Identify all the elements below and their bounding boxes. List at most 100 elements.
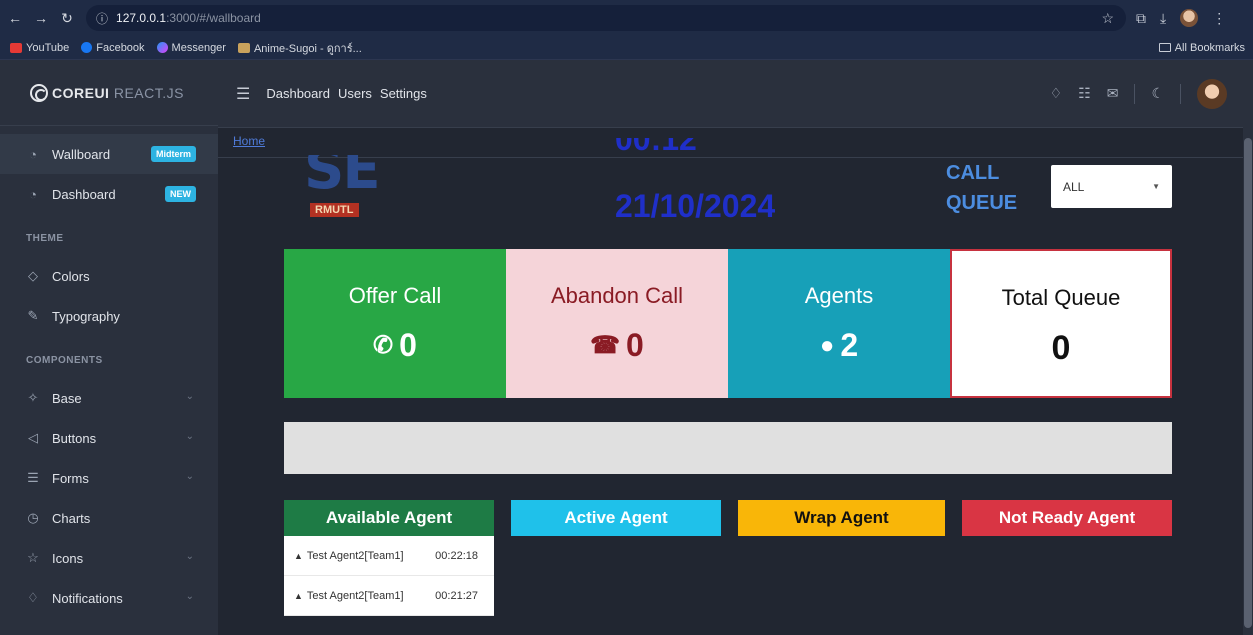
sidebar-item-wallboard[interactable]: ◔ Wallboard Midterm: [0, 134, 218, 174]
agent-time: 00:22:18: [435, 549, 478, 562]
brand-name: COREUI: [52, 84, 110, 101]
header-divider: [1180, 83, 1181, 104]
header-nav-users[interactable]: Users: [338, 86, 372, 101]
components-section-title: COMPONENTS: [26, 354, 103, 366]
site-info-icon[interactable]: ⓘ: [96, 10, 108, 27]
available-agent-header: Available Agent: [284, 500, 494, 536]
cursor-icon: ◁: [28, 430, 38, 445]
active-agent-header: Active Agent: [511, 500, 721, 536]
bookmark-facebook[interactable]: Facebook: [81, 42, 145, 54]
address-bar[interactable]: ⓘ 127.0.0.1:3000/#/wallboard ☆: [86, 5, 1126, 31]
brand-suffix: REACT.JS: [109, 84, 184, 101]
sidebar-item-label: Typography: [52, 308, 120, 324]
sidebar-item-colors[interactable]: ◇ Colors: [0, 256, 218, 296]
speedometer-icon: ◔: [29, 146, 37, 162]
envelope-icon[interactable]: ✉: [1107, 85, 1119, 102]
sidebar-item-label: Base: [52, 390, 82, 406]
url-path: :3000/#/wallboard: [166, 11, 261, 25]
user-avatar[interactable]: [1197, 78, 1227, 109]
se-logo: SE RMUTL: [300, 155, 390, 225]
agent-name: Test Agent2[Team1]: [306, 549, 404, 562]
stat-title: Total Queue: [1001, 285, 1121, 310]
sidebar-item-buttons[interactable]: ◁ Buttons ⌄: [0, 418, 218, 458]
chart-pie-icon: ◷: [27, 510, 39, 525]
chevron-down-icon: ⌄: [185, 551, 194, 562]
list-icon[interactable]: ☷: [1078, 85, 1091, 102]
queue-status-bar: [284, 422, 1172, 474]
sidebar-item-charts[interactable]: ◷ Charts: [0, 498, 218, 538]
extensions-icon[interactable]: ⧉: [1136, 10, 1146, 27]
new-badge: NEW: [165, 186, 196, 202]
reload-icon[interactable]: ↻: [56, 10, 78, 27]
sidebar-item-base[interactable]: ✧ Base ⌄: [0, 378, 218, 418]
app-header: ☰ Dashboard Users Settings ♢ ☷ ✉ ☾: [218, 60, 1253, 128]
all-bookmarks-button[interactable]: All Bookmarks: [1158, 42, 1245, 54]
agents-card: Agents ● 2: [728, 249, 950, 398]
total-queue-card: Total Queue 0: [950, 249, 1172, 398]
drop-icon: ◇: [28, 268, 38, 283]
coreui-logo-icon: [30, 83, 48, 102]
back-icon[interactable]: ←: [4, 10, 26, 26]
moon-icon[interactable]: ☾: [1151, 85, 1164, 102]
sidebar-item-typography[interactable]: ✎ Typography: [0, 296, 218, 336]
stat-value: 0: [626, 327, 644, 363]
url-host: 127.0.0.1: [116, 11, 167, 25]
person-icon: ▲: [294, 550, 303, 561]
stat-value: 2: [840, 327, 859, 363]
incoming-call-icon: ✆: [373, 332, 394, 359]
header-nav-settings[interactable]: Settings: [380, 86, 427, 101]
offer-call-card: Offer Call ✆ 0: [284, 249, 506, 398]
scrollbar-thumb[interactable]: [1244, 138, 1252, 628]
bookmark-messenger[interactable]: Messenger: [156, 42, 226, 54]
logo-subtext: RMUTL: [310, 203, 359, 217]
chevron-down-icon: ⌄: [185, 471, 194, 482]
sidebar-item-label: Dashboard: [52, 186, 116, 202]
profile-avatar[interactable]: [1180, 9, 1199, 27]
agent-time: 00:21:27: [435, 589, 478, 602]
pencil-icon: ✎: [27, 308, 39, 323]
bookmark-youtube[interactable]: YouTube: [10, 42, 69, 54]
stat-title: Offer Call: [348, 283, 442, 308]
chevron-down-icon: ⌄: [185, 391, 194, 402]
youtube-icon: [10, 42, 22, 53]
chevron-down-icon: ⌄: [185, 431, 194, 442]
queue-select[interactable]: ALL ▼: [1051, 165, 1172, 208]
theme-section-title: THEME: [26, 232, 64, 244]
bell-icon[interactable]: ♢: [1050, 85, 1063, 102]
scrollbar[interactable]: [1243, 66, 1253, 635]
stat-title: Agents: [804, 283, 874, 308]
caret-down-icon: ▼: [1152, 182, 1160, 191]
sidebar-item-label: Forms: [52, 470, 89, 486]
sidebar-item-forms[interactable]: ☰ Forms ⌄: [0, 458, 218, 498]
not-ready-agent-header: Not Ready Agent: [962, 500, 1172, 536]
sidebar-item-dashboard[interactable]: ◔ Dashboard NEW: [0, 174, 218, 214]
breadcrumb: Home: [218, 128, 1253, 158]
sidebar-item-label: Colors: [52, 268, 90, 284]
bookmark-anime[interactable]: Anime-Sugoi - ดูการ์...: [237, 39, 362, 57]
missed-call-icon: ☎: [590, 332, 621, 359]
breadcrumb-home-link[interactable]: Home: [233, 134, 265, 148]
header-nav-dashboard[interactable]: Dashboard: [266, 86, 330, 101]
brand-logo[interactable]: COREUI REACT.JS: [0, 60, 218, 126]
forward-icon[interactable]: →: [30, 10, 52, 26]
sidebar-item-notifications[interactable]: ♢ Notifications ⌄: [0, 578, 218, 618]
stat-title: Abandon Call: [550, 283, 684, 308]
person-icon: ▲: [294, 590, 303, 601]
browser-toolbar: ← → ↻ ⓘ 127.0.0.1:3000/#/wallboard ☆ ⧉ ⤓…: [0, 0, 1253, 36]
menu-toggle-icon[interactable]: ☰: [236, 84, 250, 104]
bookmarks-bar: YouTube Facebook Messenger Anime-Sugoi -…: [0, 36, 1253, 60]
download-icon[interactable]: ⤓: [1160, 10, 1166, 27]
available-agent-list: ▲ Test Agent2[Team1] 00:22:18 ▲ Test Age…: [284, 536, 494, 616]
agent-name: Test Agent2[Team1]: [306, 589, 404, 602]
sidebar: COREUI REACT.JS ◔ Wallboard Midterm ◔ Da…: [0, 60, 218, 635]
star-icon: ☆: [27, 550, 39, 565]
sidebar-item-icons[interactable]: ☆ Icons ⌄: [0, 538, 218, 578]
clock-date: 21/10/2024: [615, 188, 776, 224]
browser-menu-icon[interactable]: ⋮: [1212, 10, 1226, 27]
midterm-badge: Midterm: [150, 146, 196, 162]
call-queue-label: CALL QUEUE: [946, 162, 1018, 214]
sidebar-item-label: Buttons: [52, 430, 97, 446]
queue-select-value: ALL: [1063, 179, 1085, 194]
stat-value: 0: [399, 327, 417, 363]
bookmark-star-icon[interactable]: ☆: [1101, 10, 1114, 27]
